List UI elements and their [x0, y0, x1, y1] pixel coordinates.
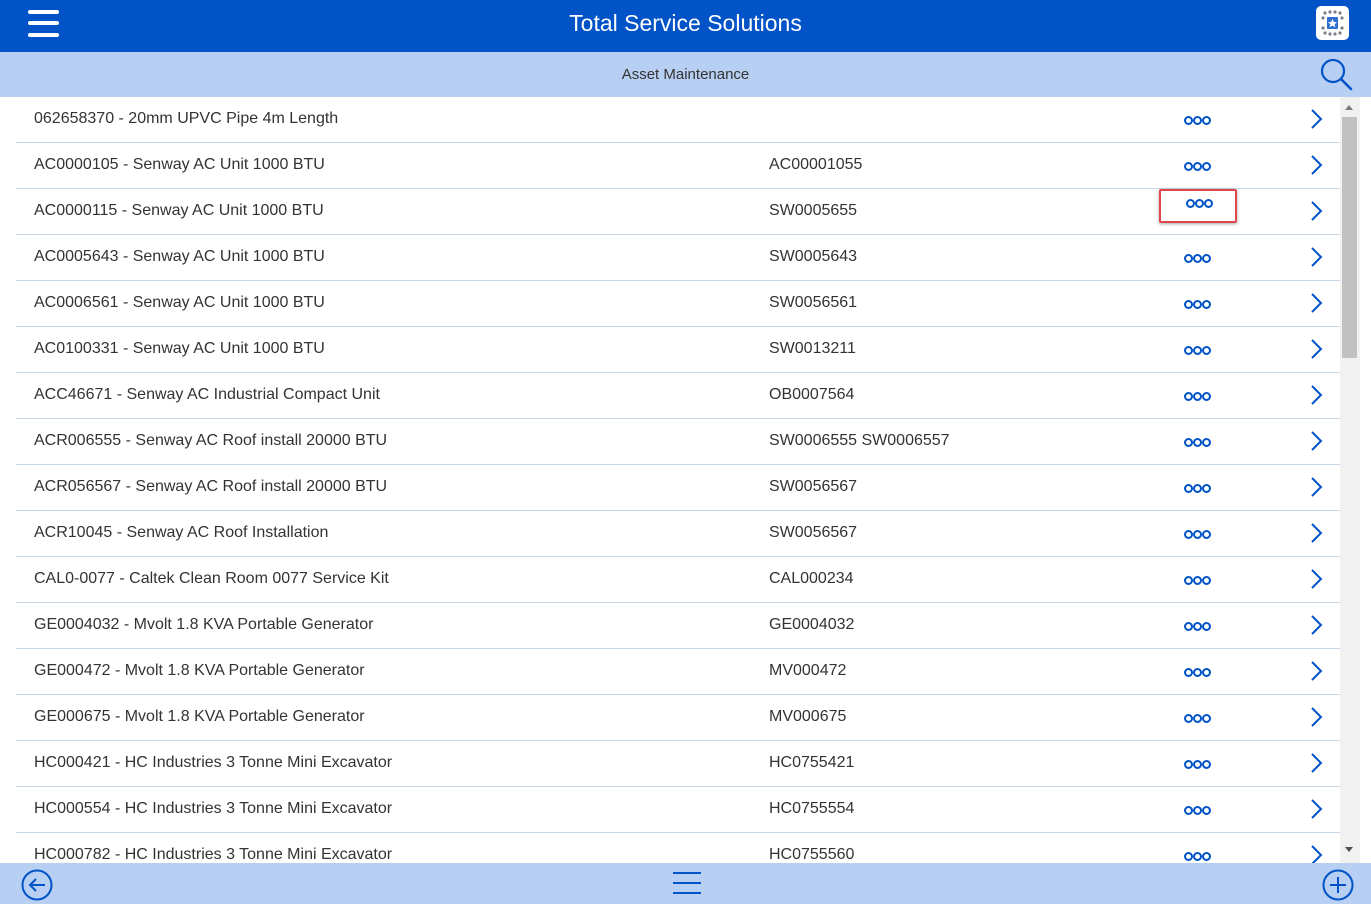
table-row[interactable]: ACC46671 - Senway AC Industrial Compact …	[16, 373, 1340, 419]
scrollbar[interactable]	[1340, 97, 1360, 863]
asset-name: ACR006555 - Senway AC Roof install 20000…	[34, 432, 388, 449]
asset-code: MV000472	[769, 662, 847, 679]
chevron-right-icon[interactable]	[1308, 706, 1324, 728]
list-menu-icon[interactable]	[671, 869, 703, 899]
asset-name: GE000675 - Mvolt 1.8 KVA Portable Genera…	[34, 708, 365, 725]
asset-code: HC0755421	[769, 754, 855, 771]
more-options-icon[interactable]	[1172, 840, 1222, 863]
table-row[interactable]: GE000675 - Mvolt 1.8 KVA Portable Genera…	[16, 695, 1340, 741]
table-row[interactable]: AC0000115 - Senway AC Unit 1000 BTU SW000…	[16, 189, 1340, 235]
bottom-toolbar	[0, 863, 1371, 904]
asset-name: ACR10045 - Senway AC Roof Installation	[34, 524, 329, 541]
more-options-icon[interactable]	[1172, 702, 1222, 732]
asset-name: CAL0-0077 - Caltek Clean Room 0077 Servi…	[34, 570, 389, 587]
asset-code: SW0056567	[769, 524, 858, 541]
asset-code: GE0004032	[769, 616, 855, 633]
scroll-down-arrow-icon[interactable]	[1345, 847, 1353, 852]
back-arrow-icon[interactable]	[20, 868, 54, 902]
asset-name: AC0000105 - Senway AC Unit 1000 BTU	[34, 156, 325, 173]
chevron-right-icon[interactable]	[1308, 338, 1324, 360]
asset-name: ACR056567 - Senway AC Roof install 20000…	[34, 478, 388, 495]
more-options-icon[interactable]	[1172, 242, 1222, 272]
table-row[interactable]: AC0100331 - Senway AC Unit 1000 BTU SW001…	[16, 327, 1340, 373]
chevron-right-icon[interactable]	[1308, 522, 1324, 544]
more-options-icon[interactable]	[1172, 288, 1222, 318]
add-icon[interactable]	[1321, 868, 1355, 902]
asset-code: HC0755554	[769, 800, 855, 817]
chevron-right-icon[interactable]	[1308, 476, 1324, 498]
chevron-right-icon[interactable]	[1308, 752, 1324, 774]
asset-name: 062658370 - 20mm UPVC Pipe 4m Length	[34, 110, 339, 127]
chevron-right-icon[interactable]	[1308, 798, 1324, 820]
table-row[interactable]: 062658370 - 20mm UPVC Pipe 4m Length	[16, 97, 1340, 143]
chevron-right-icon[interactable]	[1308, 154, 1324, 176]
sub-header: Asset Maintenance	[0, 52, 1371, 97]
asset-code: SW0056567	[769, 478, 858, 495]
more-options-icon[interactable]	[1172, 564, 1222, 594]
more-options-icon[interactable]	[1172, 610, 1222, 640]
asset-name: ACC46671 - Senway AC Industrial Compact …	[34, 386, 380, 403]
chevron-right-icon[interactable]	[1308, 384, 1324, 406]
chevron-right-icon[interactable]	[1308, 660, 1324, 682]
chevron-right-icon[interactable]	[1308, 292, 1324, 314]
more-options-icon[interactable]	[1172, 104, 1222, 134]
asset-name: HC000782 - HC Industries 3 Tonne Mini Ex…	[34, 846, 393, 863]
more-options-icon[interactable]	[1172, 656, 1222, 686]
more-options-icon[interactable]	[1172, 426, 1222, 456]
asset-name: AC0000115 - Senway AC Unit 1000 BTU	[34, 202, 324, 219]
top-bar: Total Service Solutions	[0, 0, 1371, 52]
asset-code: SW0005655	[769, 202, 858, 219]
table-row[interactable]: ACR006555 - Senway AC Roof install 20000…	[16, 419, 1340, 465]
more-options-icon[interactable]	[1172, 794, 1222, 824]
asset-name: AC0005643 - Senway AC Unit 1000 BTU	[34, 248, 325, 265]
asset-name: GE0004032 - Mvolt 1.8 KVA Portable Gener…	[34, 616, 374, 633]
scroll-up-arrow-icon[interactable]	[1345, 105, 1353, 110]
more-options-icon[interactable]	[1172, 472, 1222, 502]
chevron-right-icon[interactable]	[1308, 430, 1324, 452]
asset-name: GE000472 - Mvolt 1.8 KVA Portable Genera…	[34, 662, 365, 679]
more-options-icon[interactable]	[1172, 748, 1222, 778]
asset-list: 062658370 - 20mm UPVC Pipe 4m Length AC00…	[0, 97, 1340, 863]
chevron-right-icon[interactable]	[1308, 568, 1324, 590]
page-title: Asset Maintenance	[621, 66, 750, 83]
asset-code: MV000675	[769, 708, 847, 725]
asset-code: OB0007564	[769, 386, 855, 403]
asset-code: SW0013211	[769, 340, 856, 357]
chevron-right-icon[interactable]	[1308, 844, 1324, 863]
asset-code: SW0005643	[769, 248, 858, 265]
table-row[interactable]: HC000554 - HC Industries 3 Tonne Mini Ex…	[16, 787, 1340, 833]
asset-name: HC000421 - HC Industries 3 Tonne Mini Ex…	[34, 754, 393, 771]
asset-name: AC0100331 - Senway AC Unit 1000 BTU	[34, 340, 325, 357]
asset-code: HC0755560	[769, 846, 855, 863]
table-row[interactable]: AC0000105 - Senway AC Unit 1000 BTU AC000…	[16, 143, 1340, 189]
asset-code: AC00001055	[769, 156, 863, 173]
more-options-icon[interactable]	[1159, 189, 1237, 223]
table-row[interactable]: ACR10045 - Senway AC Roof Installation SW…	[16, 511, 1340, 557]
more-options-icon[interactable]	[1172, 334, 1222, 364]
table-row[interactable]: ACR056567 - Senway AC Roof install 20000…	[16, 465, 1340, 511]
table-row[interactable]: HC000782 - HC Industries 3 Tonne Mini Ex…	[16, 833, 1340, 863]
asset-name: HC000554 - HC Industries 3 Tonne Mini Ex…	[34, 800, 393, 817]
more-options-icon[interactable]	[1172, 518, 1222, 548]
chevron-right-icon[interactable]	[1308, 108, 1324, 130]
table-row[interactable]: GE000472 - Mvolt 1.8 KVA Portable Genera…	[16, 649, 1340, 695]
app-title: Total Service Solutions	[569, 10, 802, 36]
table-row[interactable]: CAL0-0077 - Caltek Clean Room 0077 Servi…	[16, 557, 1340, 603]
search-icon[interactable]	[1317, 56, 1357, 92]
table-row[interactable]: HC000421 - HC Industries 3 Tonne Mini Ex…	[16, 741, 1340, 787]
app-logo-icon[interactable]	[1316, 6, 1349, 40]
asset-name: AC0006561 - Senway AC Unit 1000 BTU	[34, 294, 325, 311]
chevron-right-icon[interactable]	[1308, 614, 1324, 636]
scrollbar-thumb[interactable]	[1342, 117, 1357, 358]
asset-code: SW0056561	[769, 294, 858, 311]
table-row[interactable]: AC0005643 - Senway AC Unit 1000 BTU SW000…	[16, 235, 1340, 281]
chevron-right-icon[interactable]	[1308, 246, 1324, 268]
table-row[interactable]: AC0006561 - Senway AC Unit 1000 BTU SW005…	[16, 281, 1340, 327]
more-options-icon[interactable]	[1172, 150, 1222, 180]
asset-code: CAL000234	[769, 570, 854, 587]
table-row[interactable]: GE0004032 - Mvolt 1.8 KVA Portable Gener…	[16, 603, 1340, 649]
chevron-right-icon[interactable]	[1308, 200, 1324, 222]
asset-code: SW0006555 SW0006557	[769, 432, 950, 449]
more-options-icon[interactable]	[1172, 380, 1222, 410]
